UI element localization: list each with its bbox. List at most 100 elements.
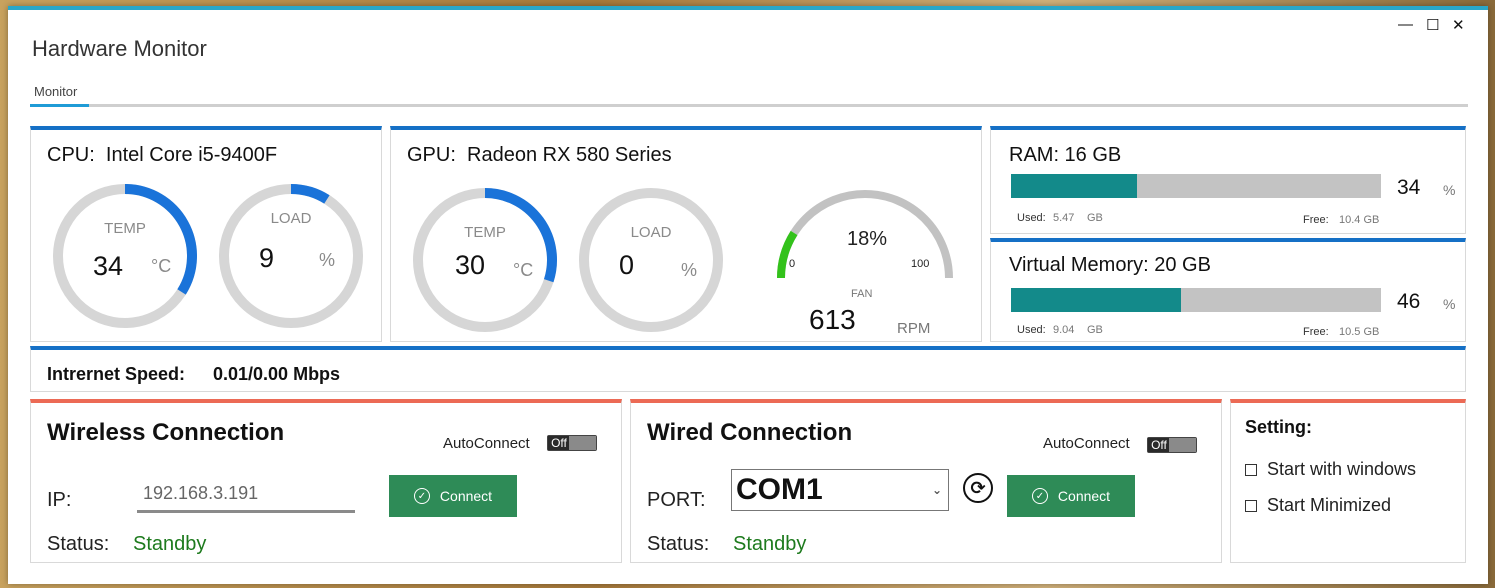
check-circle-icon: ✓ xyxy=(413,488,430,504)
wired-connect-button[interactable]: ✓ Connect xyxy=(1007,475,1135,517)
fan-max-label: 100 xyxy=(911,258,930,270)
option-start-minimized[interactable]: Start Minimized xyxy=(1245,495,1391,516)
gpu-load-unit: % xyxy=(681,260,698,280)
option-start-with-windows[interactable]: Start with windows xyxy=(1245,459,1416,480)
ram-usage-fill xyxy=(1011,174,1137,198)
gauge-progress-arc xyxy=(290,184,330,204)
gpu-title-prefix: GPU: xyxy=(407,144,456,166)
vm-used-unit: GB xyxy=(1087,324,1103,336)
port-select-value: COM1 xyxy=(736,473,823,506)
wired-toggle-state: Off xyxy=(1148,438,1170,452)
wired-toggle-knob xyxy=(1169,438,1196,452)
vm-free-value: 10.5 GB xyxy=(1339,326,1380,338)
window-title: Hardware Monitor xyxy=(32,36,207,61)
close-icon[interactable]: ✕ xyxy=(1452,16,1465,34)
vm-percent-unit: % xyxy=(1443,296,1456,312)
cpu-card: CPU: Intel Core i5-9400F TEMP 34 °C LOAD… xyxy=(30,126,382,342)
tab-bar xyxy=(30,104,1468,107)
gpu-temp-value: 30 xyxy=(455,250,486,280)
internet-speed-value: 0.01/0.00 Mbps xyxy=(213,364,341,384)
port-select[interactable]: COM1 ⌄ xyxy=(731,469,949,511)
ram-percent: 34 xyxy=(1397,176,1421,199)
wireless-autoconnect-label: AutoConnect xyxy=(443,435,530,452)
fan-min-label: 0 xyxy=(789,258,796,270)
cpu-title: CPU: Intel Core i5-9400F xyxy=(47,144,277,167)
gpu-name: Radeon RX 580 Series xyxy=(467,144,672,166)
check-circle-icon: ✓ xyxy=(1031,488,1048,504)
wireless-connection-card: Wireless Connection AutoConnect Off IP: … xyxy=(30,399,622,563)
tab-monitor[interactable]: Monitor xyxy=(34,84,77,99)
cpu-load-unit: % xyxy=(319,250,336,270)
app-window: — ☐ ✕ Hardware Monitor Monitor CPU: Inte… xyxy=(8,6,1488,584)
gpu-card: GPU: Radeon RX 580 Series TEMP 30 °C LOA… xyxy=(390,126,982,342)
settings-title: Setting: xyxy=(1245,417,1312,437)
ip-label: IP: xyxy=(47,489,72,511)
gpu-temp-unit: °C xyxy=(513,260,534,280)
fan-rpm-unit: RPM xyxy=(897,320,931,337)
wireless-autoconnect-toggle[interactable]: Off xyxy=(547,435,597,451)
vm-percent: 46 xyxy=(1397,290,1421,313)
wired-connection-card: Wired Connection AutoConnect Off PORT: C… xyxy=(630,399,1222,563)
wired-status-label: Status: xyxy=(647,533,710,555)
wireless-toggle-state: Off xyxy=(548,436,570,450)
ip-input[interactable] xyxy=(137,477,355,513)
cpu-load-label: LOAD xyxy=(270,210,312,227)
wireless-toggle-knob xyxy=(569,436,596,450)
cpu-temp-label: TEMP xyxy=(104,220,146,237)
gpu-load-label: LOAD xyxy=(630,224,672,241)
cpu-load-value: 9 xyxy=(259,243,275,273)
vm-usage-fill xyxy=(1011,288,1182,312)
cpu-temp-gauge xyxy=(53,184,197,328)
start-with-windows-label: Start with windows xyxy=(1267,459,1417,479)
wired-autoconnect-label: AutoConnect xyxy=(1043,435,1130,452)
internet-speed-card: Intrernet Speed: 0.01/0.00 Mbps xyxy=(30,346,1466,392)
virtual-memory-card: Virtual Memory: 20 GB 46 % Used: 9.04 GB… xyxy=(990,238,1466,342)
internet-speed-label: Intrernet Speed: xyxy=(47,364,186,384)
cpu-temp-value: 34 xyxy=(93,251,124,281)
fan-label: FAN xyxy=(851,288,873,300)
settings-card: Setting: Start with windows Start Minimi… xyxy=(1230,399,1466,563)
ram-percent-unit: % xyxy=(1443,182,1456,198)
wireless-connect-button[interactable]: ✓ Connect xyxy=(389,475,517,517)
cpu-temp-unit: °C xyxy=(151,256,172,276)
ram-used-unit: GB xyxy=(1087,212,1103,224)
ram-used-label: Used: xyxy=(1017,212,1046,224)
wireless-status-label: Status: xyxy=(47,533,110,555)
tab-active-indicator xyxy=(30,104,89,107)
start-minimized-label: Start Minimized xyxy=(1267,495,1392,515)
ram-free-value: 10.4 GB xyxy=(1339,214,1380,226)
wireless-status-value: Standby xyxy=(133,533,207,555)
refresh-icon[interactable]: ⟳ xyxy=(963,473,993,503)
gauge-track xyxy=(579,188,723,332)
vm-used-value: 9.04 xyxy=(1053,324,1075,336)
wired-title: Wired Connection xyxy=(647,419,853,446)
gpu-title: GPU: Radeon RX 580 Series xyxy=(407,144,672,167)
start-with-windows-checkbox[interactable] xyxy=(1245,463,1257,476)
cpu-load-gauge xyxy=(219,184,363,328)
start-minimized-checkbox[interactable] xyxy=(1245,499,1257,512)
vm-used-label: Used: xyxy=(1017,324,1046,336)
gpu-load-value: 0 xyxy=(619,250,635,280)
wireless-title: Wireless Connection xyxy=(47,419,285,446)
cpu-name: Intel Core i5-9400F xyxy=(105,144,278,166)
ram-used-value: 5.47 xyxy=(1053,212,1075,224)
gpu-temp-label: TEMP xyxy=(464,224,506,241)
ram-card: RAM: 16 GB 34 % Used: 5.47 GB Free: 10.4… xyxy=(990,126,1466,234)
wired-autoconnect-toggle[interactable]: Off xyxy=(1147,437,1197,453)
wired-status-value: Standby xyxy=(733,533,807,555)
minimize-icon[interactable]: — xyxy=(1398,16,1413,33)
port-label: PORT: xyxy=(647,489,706,511)
fan-percent: 18% xyxy=(847,228,888,250)
ram-free-label: Free: xyxy=(1303,214,1329,226)
fan-gauge-level xyxy=(777,230,798,279)
vm-title: Virtual Memory: 20 GB xyxy=(1009,254,1211,276)
ram-usage-bar xyxy=(1011,174,1381,198)
cpu-title-prefix: CPU: xyxy=(47,144,95,166)
ram-title: RAM: 16 GB xyxy=(1009,144,1122,166)
chevron-down-icon: ⌄ xyxy=(931,483,942,497)
gpu-load-gauge xyxy=(579,188,723,332)
maximize-icon[interactable]: ☐ xyxy=(1426,16,1439,34)
vm-free-label: Free: xyxy=(1303,326,1329,338)
wireless-connect-label: Connect xyxy=(439,488,493,504)
fan-rpm-value: 613 xyxy=(809,304,856,335)
